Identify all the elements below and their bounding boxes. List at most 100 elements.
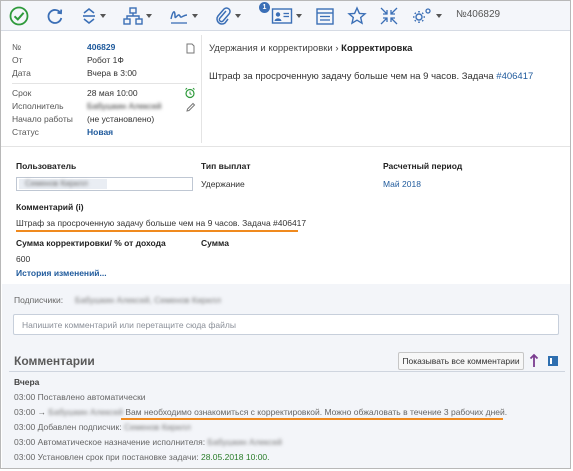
description-text: Штраф за просроченную задачу больше чем …: [209, 71, 497, 82]
status-value[interactable]: Новая: [87, 127, 113, 137]
contact-card-button[interactable]: [271, 5, 302, 27]
paytype-value: Удержание: [201, 179, 245, 189]
hierarchy-icon: [123, 7, 143, 25]
event-time: 03:00: [14, 422, 36, 432]
user-chip-name: Семенов Кирилл: [25, 179, 88, 188]
task-window: 1 №406829 № 406829 От Робот 1Ф Дата Вчера в…: [0, 0, 571, 469]
comment-value: Штраф за просроченную задачу больше чем …: [16, 218, 307, 228]
notification-badge: 1: [259, 2, 270, 13]
comment-highlight: [16, 230, 298, 232]
signature-button[interactable]: [169, 5, 198, 27]
comments-divider: [9, 371, 565, 372]
chevron-down-icon: [296, 14, 302, 18]
section-divider: [1, 146, 570, 147]
chevron-down-icon: [235, 14, 241, 18]
event-arrow: →: [37, 407, 47, 417]
related-task-link[interactable]: #406417: [496, 71, 533, 82]
event-deadline-date: 28.05.2018 10:00.: [200, 452, 270, 462]
calendar-list-icon: [316, 8, 334, 25]
calendar-list-button[interactable]: [315, 5, 335, 27]
column-divider: [201, 35, 202, 143]
paperclip-icon: [216, 7, 231, 25]
expand-collapse-button[interactable]: [81, 5, 106, 27]
subscribers-names[interactable]: Бабушкин Алексей, Семенов Кирилл: [75, 295, 221, 305]
comment-label: Комментарий (i): [16, 202, 84, 212]
comment-event: 03:00 Автоматическое назначение исполнит…: [14, 437, 282, 447]
gear-icon: [413, 8, 431, 23]
chevron-down-icon: [192, 14, 198, 18]
ticket-number: №406829: [456, 9, 501, 20]
collapse-button[interactable]: [379, 5, 399, 27]
task-description: Штраф за просроченную задачу больше чем …: [209, 71, 533, 82]
event-subscriber[interactable]: Семенов Кирилл: [124, 422, 191, 432]
chevron-down-icon: [100, 14, 106, 18]
breadcrumb: Удержания и корректировки › Корректировк…: [209, 43, 412, 54]
event-time: 03:00: [14, 452, 36, 462]
star-icon: [347, 6, 367, 25]
date-label: Дата: [12, 68, 31, 78]
executor-value[interactable]: Бабушкин Алексей: [87, 101, 161, 111]
refresh-icon: [47, 9, 63, 24]
comments-title: Комментарии: [14, 354, 95, 368]
contact-card-icon: [271, 8, 293, 24]
comment-event: 03:00 Добавлен подписчик: Семенов Кирилл: [14, 422, 191, 432]
subscribers-label: Подписчики:: [14, 295, 64, 305]
meta-divider: [12, 83, 197, 84]
history-link[interactable]: История изменений...: [16, 268, 107, 278]
event-time: 03:00: [14, 392, 36, 402]
panel-toggle-icon[interactable]: [547, 354, 559, 368]
from-label: От: [12, 55, 23, 65]
breadcrumb-separator: ›: [335, 43, 339, 54]
user-label: Пользователь: [16, 161, 77, 171]
event-text: Поставлено автоматически: [37, 392, 146, 402]
from-value: Робот 1Ф: [87, 55, 124, 65]
favorite-button[interactable]: [347, 5, 367, 27]
event-text: Установлен срок при постановке задачи:: [37, 452, 199, 462]
day-header: Вчера: [14, 377, 40, 387]
number-label: №: [12, 42, 22, 52]
event-time: 03:00: [14, 437, 36, 447]
sum-percent-label: Сумма корректировки/ % от дохода: [16, 238, 166, 248]
expand-collapse-icon: [83, 7, 95, 25]
paytype-label: Тип выплат: [201, 161, 251, 171]
chevron-down-icon: [436, 14, 442, 18]
settings-button[interactable]: [411, 5, 442, 27]
chevron-down-icon: [146, 14, 152, 18]
start-label: Начало работы: [12, 114, 73, 124]
event-text: Добавлен подписчик:: [37, 422, 122, 432]
arrow-up-icon[interactable]: [529, 353, 539, 369]
event-highlight: [121, 418, 503, 420]
breadcrumb-current: Корректировка: [341, 43, 413, 54]
comment-event: 03:00 Установлен срок при постановке зад…: [14, 452, 270, 462]
show-all-comments-button[interactable]: Показывать все комментарии: [398, 352, 524, 370]
sum-label: Сумма: [201, 238, 229, 248]
date-value: Вчера в 3:00: [87, 68, 137, 78]
deadline-value: 28 мая 10:00: [87, 88, 138, 98]
signature-icon: [170, 11, 188, 24]
period-value[interactable]: Май 2018: [383, 179, 421, 189]
period-label: Расчетный период: [383, 161, 463, 171]
check-circle-icon: [9, 6, 29, 26]
document-icon[interactable]: [186, 43, 195, 54]
collapse-arrows-icon: [380, 7, 398, 25]
event-text: Вам необходимо ознакомиться с корректиро…: [125, 407, 508, 417]
complete-button[interactable]: [9, 5, 29, 27]
comment-input[interactable]: [14, 315, 558, 334]
user-chip[interactable]: Семенов Кирилл: [19, 179, 107, 189]
comment-input-box[interactable]: [13, 314, 559, 335]
refresh-button[interactable]: [45, 5, 65, 27]
number-value[interactable]: 406829: [87, 42, 115, 52]
hierarchy-button[interactable]: [123, 5, 152, 27]
attach-button[interactable]: [214, 5, 241, 27]
event-recipient[interactable]: Бабушкин Алексей: [49, 407, 123, 417]
breadcrumb-parent[interactable]: Удержания и корректировки: [209, 43, 333, 54]
alarm-clock-icon[interactable]: [184, 87, 196, 99]
sum-percent-value: 600: [16, 254, 31, 264]
comment-event: 03:00 → Бабушкин Алексей Вам необходимо …: [14, 407, 507, 417]
start-value: (не установлено): [87, 114, 155, 124]
event-time: 03:00: [14, 407, 36, 417]
event-assignee[interactable]: Бабушкин Алексей: [207, 437, 281, 447]
user-field[interactable]: Семенов Кирилл: [16, 177, 193, 191]
pencil-icon[interactable]: [185, 102, 196, 113]
comment-event: 03:00 Поставлено автоматически: [14, 392, 146, 402]
